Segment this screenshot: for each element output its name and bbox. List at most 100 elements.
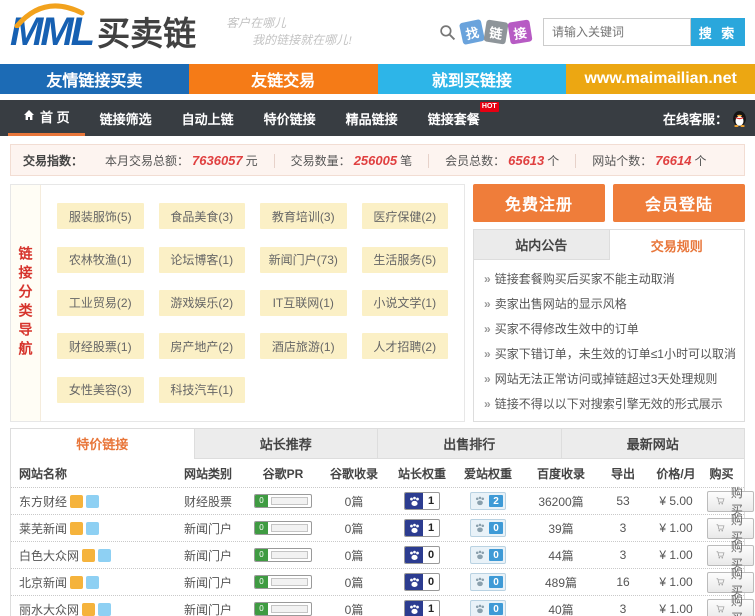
login-button[interactable]: 会员登陆 [613,184,745,222]
buy-label: 购买 [729,592,745,616]
search-input[interactable] [543,18,691,46]
category-button[interactable]: 工业贸易(2) [57,290,144,316]
nav-item[interactable]: 链接筛选 [85,100,167,136]
site-name-link[interactable]: 白色大众网 [19,547,79,564]
outlinks-cell: 3 [601,602,645,616]
header: MML 买卖链 客户在哪儿 我的链接就在哪儿! 找链接 搜 索 [0,0,755,64]
logo-text: MML [10,12,92,52]
chinaz-weight-value: 1 [423,601,439,616]
banner-segment: 就到买链接 [378,64,567,94]
chinaz-weight-badge: 0 [404,546,440,564]
nav-item[interactable]: 自动上链 [167,100,249,136]
site-name-link[interactable]: 莱芜新闻 [19,520,67,537]
paw-icon [405,493,423,509]
nav-item[interactable]: 特价链接 [249,100,331,136]
home-icon [23,109,35,124]
category-button[interactable]: 房产地产(2) [159,333,246,359]
qq-icon[interactable] [732,110,747,127]
stat-item: 交易数量：256005笔 [274,154,428,168]
nav-item[interactable]: 精品链接 [331,100,413,136]
category-button[interactable]: 农林牧渔(1) [57,247,144,273]
stat-value: 76614 [655,153,691,168]
chinaz-weight-badge: 1 [404,600,440,616]
promo-orange-icon [70,576,83,589]
category-button[interactable]: 服装服饰(5) [57,203,144,229]
category-button[interactable]: 女性美容(3) [57,377,144,403]
chinaz-weight-value: 0 [423,574,439,590]
stat-name: 网站个数： [592,154,652,168]
stat-unit: 元 [246,154,258,168]
google-index-cell: 0篇 [319,520,389,537]
category-button[interactable]: 食品美食(3) [159,203,246,229]
site-name-cell: 丽水大众网 [19,601,169,616]
nav-item[interactable]: 首 页 [8,100,85,136]
category-button[interactable]: 新闻门户(73) [260,247,347,273]
pr-track [271,524,308,532]
hot-badge: HOT [480,102,499,112]
site-name-link[interactable]: 东方财经 [19,493,67,510]
nav-item-label: 首 页 [40,107,70,126]
main-content: 链接分类导航 服装服饰(5)食品美食(3)教育培训(3)医疗保健(2)农林牧渔(… [10,184,745,422]
stat-unit: 个 [547,154,559,168]
google-index-cell: 0篇 [319,601,389,616]
column-header: 导出 [601,465,645,482]
pr-meter: 0 [254,548,312,562]
paw-icon [471,520,489,536]
category-button[interactable]: 科技汽车(1) [159,377,246,403]
bullet-icon: » [484,397,491,411]
paw-icon [471,574,489,590]
notice-tabs: 站内公告交易规则 [474,230,744,260]
listing-tab[interactable]: 出售排行 [377,429,561,459]
category-button[interactable]: 酒店旅游(1) [260,333,347,359]
online-service: 在线客服： [663,100,747,136]
rule-text: 买家不得修改生效中的订单 [495,322,639,336]
nav-item-label: 自动上链 [182,109,234,128]
site-name-cell: 东方财经 [19,493,169,510]
nav-item[interactable]: 链接套餐 HOT [413,100,495,136]
category-button[interactable]: 生活服务(5) [362,247,449,273]
buy-button[interactable]: 购买 [707,545,754,566]
logo[interactable]: MML 买卖链 [10,12,196,52]
category-button[interactable]: 小说文学(1) [362,290,449,316]
price-cell: ¥ 1.00 [645,575,707,589]
site-name-link[interactable]: 北京新闻 [19,574,67,591]
buy-button[interactable]: 购买 [707,572,754,593]
rule-item: »链接套餐购买后买家不能主动取消 [484,267,734,292]
paw-icon [405,520,423,536]
listing-tab[interactable]: 最新网站 [561,429,745,459]
buy-button[interactable]: 购买 [707,599,754,616]
paw-icon [471,493,489,509]
category-button[interactable]: 游戏娱乐(2) [159,290,246,316]
buy-cell: 购买 [707,572,754,593]
aizhan-weight-cell: 0 [455,546,521,564]
buy-button[interactable]: 购买 [707,491,754,512]
outlinks-cell: 3 [601,548,645,562]
baidu-index-cell: 39篇 [521,520,601,537]
aizhan-weight-value: 0 [489,603,503,615]
category-button[interactable]: 论坛博客(1) [159,247,246,273]
buy-button[interactable]: 购买 [707,518,754,539]
banner: 友情链接买卖友链交易就到买链接www.maimailian.net [0,64,755,94]
register-button[interactable]: 免费注册 [473,184,605,222]
chinaz-weight-badge: 0 [404,573,440,591]
category-button[interactable]: 医疗保健(2) [362,203,449,229]
category-button[interactable]: 教育培训(3) [260,203,347,229]
site-category-cell: 新闻门户 [169,601,247,616]
listing-tab[interactable]: 特价链接 [11,429,194,459]
category-button[interactable]: 人才招聘(2) [362,333,449,359]
paw-icon [405,547,423,563]
price-cell: ¥ 5.00 [645,494,707,508]
listing-tab[interactable]: 站长推荐 [194,429,378,459]
category-button[interactable]: IT互联网(1) [260,290,347,316]
site-category-cell: 新闻门户 [169,574,247,591]
site-name-link[interactable]: 丽水大众网 [19,601,79,616]
category-button[interactable]: 财经股票(1) [57,333,144,359]
aizhan-weight-badge: 0 [470,546,506,564]
aizhan-weight-cell: 0 [455,573,521,591]
chinaz-weight-value: 1 [423,520,439,536]
promo-blue-icon [98,549,111,562]
notice-tab[interactable]: 交易规则 [609,230,745,260]
bullet-icon: » [484,347,491,361]
search-button[interactable]: 搜 索 [691,18,745,46]
notice-tab[interactable]: 站内公告 [474,230,609,260]
